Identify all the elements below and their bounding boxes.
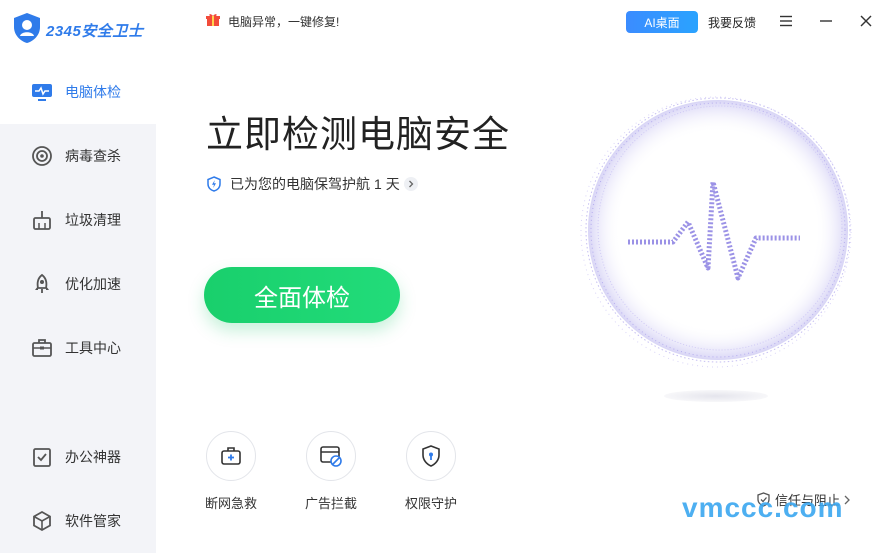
repair-notice[interactable]: 电脑异常，一键修复! (206, 13, 339, 30)
sidebar-item-label: 垃圾清理 (65, 212, 121, 228)
first-aid-kit-icon (206, 431, 256, 481)
tool-label: 广告拦截 (304, 496, 357, 511)
chevron-right-icon (843, 495, 851, 505)
broom-icon (30, 208, 54, 232)
full-scan-button[interactable]: 全面体检 (204, 267, 400, 323)
gift-icon (206, 13, 220, 30)
ad-block-icon (306, 431, 356, 481)
tool-ad-block[interactable]: 广告拦截 (296, 431, 366, 512)
app-logo: 2345安全卫士 (0, 0, 156, 60)
monitor-pulse-icon (30, 80, 54, 104)
tool-label: 断网急救 (204, 496, 257, 511)
chevron-right-icon (403, 177, 418, 191)
shield-bolt-icon (206, 176, 222, 192)
tool-network-rescue[interactable]: 断网急救 (196, 431, 266, 512)
menu-icon[interactable] (776, 11, 796, 31)
sidebar-item-label: 办公神器 (65, 449, 121, 465)
tool-label: 权限守护 (404, 496, 457, 511)
ai-desktop-button[interactable]: AI桌面 (626, 11, 698, 33)
protect-prefix: 已为您的电脑保驾护航 (230, 176, 370, 192)
logo-text: 2345安全卫士 (46, 22, 144, 40)
rocket-icon (30, 272, 54, 296)
sphere-shadow (664, 390, 768, 402)
protection-status[interactable]: 已为您的电脑保驾护航 1 天 (206, 174, 418, 194)
sidebar-item-label: 工具中心 (65, 340, 121, 356)
cube-icon (30, 509, 54, 533)
protect-suffix: 天 (385, 176, 400, 192)
close-icon[interactable] (856, 11, 876, 31)
minimize-icon[interactable] (816, 11, 836, 31)
sidebar-item-speedup[interactable]: 优化加速 (0, 252, 156, 316)
sidebar-item-label: 优化加速 (65, 276, 121, 292)
sidebar-item-label: 电脑体检 (65, 84, 121, 100)
clipboard-check-icon (30, 445, 54, 469)
sidebar: 2345安全卫士 电脑体检 病毒查杀 垃圾清理 优化加速 工具中心 办公神器 软… (0, 0, 156, 553)
feedback-link[interactable]: 我要反馈 (708, 14, 756, 31)
target-icon (30, 144, 54, 168)
protect-days: 1 (374, 176, 382, 192)
sidebar-item-tools[interactable]: 工具中心 (0, 316, 156, 380)
tool-permission-guard[interactable]: 权限守护 (396, 431, 466, 512)
scan-sphere-illustration (578, 90, 858, 370)
shield-keyhole-icon (406, 431, 456, 481)
watermark: vmccc.com (682, 492, 844, 523)
sidebar-item-checkup[interactable]: 电脑体检 (0, 60, 156, 124)
sidebar-item-virus-scan[interactable]: 病毒查杀 (0, 124, 156, 188)
notice-text: 电脑异常，一键修复! (228, 15, 340, 29)
shield-logo-icon (12, 12, 42, 49)
sidebar-item-label: 软件管家 (65, 513, 121, 529)
sidebar-item-label: 病毒查杀 (65, 148, 121, 164)
sidebar-item-office[interactable]: 办公神器 (0, 425, 156, 489)
sidebar-item-cleanup[interactable]: 垃圾清理 (0, 188, 156, 252)
toolbox-icon (30, 336, 54, 360)
sidebar-item-software[interactable]: 软件管家 (0, 489, 156, 553)
page-title: 立即检测电脑安全 (206, 114, 510, 155)
